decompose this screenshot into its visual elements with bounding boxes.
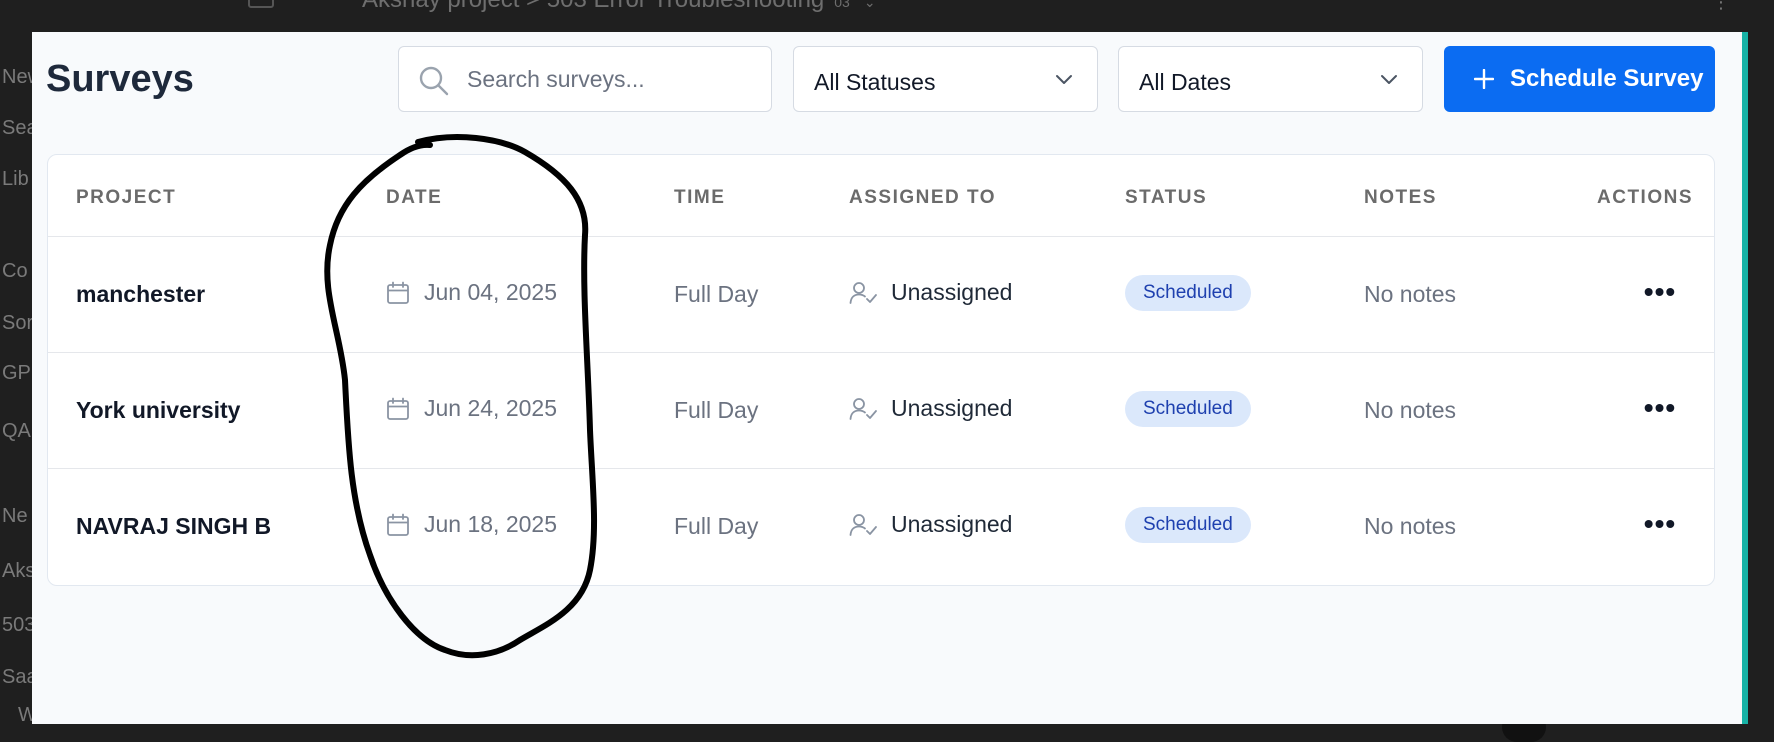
project-name[interactable]: York university [76, 397, 240, 424]
accent-edge [1742, 32, 1748, 724]
calendar-icon [387, 397, 409, 420]
background-breadcrumb: Akshay project > 503 Error Troubleshooti… [362, 0, 876, 14]
date-value: Jun 18, 2025 [424, 511, 558, 537]
sidebar-item[interactable]: Saa [2, 666, 32, 689]
background-header: Akshay project > 503 Error Troubleshooti… [0, 0, 1774, 32]
sidebar-toggle-icon[interactable] [248, 0, 274, 8]
sidebar-item[interactable]: Sea [2, 117, 32, 140]
column-header-time[interactable]: TIME [674, 187, 725, 209]
user-check-icon [849, 397, 877, 420]
sidebar-item[interactable]: New [2, 66, 32, 89]
column-header-notes[interactable]: NOTES [1364, 187, 1437, 209]
surveys-table: PROJECT DATE TIME ASSIGNED TO STATUS NOT… [47, 154, 1715, 586]
notes-value: No notes [1364, 281, 1457, 307]
assignee-cell[interactable]: Unassigned [849, 395, 1012, 422]
column-header-project[interactable]: PROJECT [76, 187, 176, 209]
search-icon [419, 66, 449, 96]
status-filter[interactable]: All Statuses [793, 46, 1098, 112]
date-value: Jun 04, 2025 [424, 279, 558, 305]
assignee-value: Unassigned [891, 511, 1013, 537]
background-right-edge [1748, 32, 1774, 739]
notes-value: No notes [1364, 397, 1457, 423]
surveys-panel: Surveys All Statuses All Dates Schedule … [32, 32, 1742, 724]
user-check-icon [849, 281, 877, 304]
column-header-assigned-to[interactable]: ASSIGNED TO [849, 187, 996, 209]
search-box[interactable] [398, 46, 772, 112]
user-check-icon [849, 513, 877, 536]
date-filter-value: All Dates [1139, 69, 1232, 95]
sidebar-item[interactable]: Aks [2, 560, 32, 583]
row-actions-button[interactable]: ••• [1640, 276, 1680, 307]
sidebar-item[interactable]: Sor [2, 312, 32, 335]
time-value: Full Day [674, 281, 759, 307]
chevron-down-icon [1381, 75, 1397, 84]
breadcrumb-text: Akshay project > 503 Error Troubleshooti… [362, 0, 824, 13]
sidebar-item[interactable]: 503 [2, 614, 32, 637]
sidebar-item[interactable]: Co [2, 260, 28, 283]
chevron-down-icon[interactable]: ⌄ [864, 0, 876, 10]
schedule-survey-label: Schedule Survey [1510, 65, 1704, 92]
time-value: Full Day [674, 397, 759, 423]
row-actions-button[interactable]: ••• [1640, 392, 1680, 423]
status-filter-value: All Statuses [814, 69, 936, 95]
date-filter[interactable]: All Dates [1118, 46, 1423, 112]
time-value: Full Day [674, 513, 759, 539]
sidebar-item[interactable]: Lib [2, 168, 29, 191]
table-row[interactable]: NAVRAJ SINGH B Jun 18, 2025 Full Day Una… [48, 469, 1714, 585]
sidebar-item[interactable]: Ne [2, 505, 28, 528]
background-sidebar: New Sea Lib Co Sor GP QA Ne Aks 503 Saa … [0, 32, 32, 739]
sidebar-item[interactable]: GP [2, 362, 31, 385]
table-row[interactable]: York university Jun 24, 2025 Full Day Un… [48, 353, 1714, 469]
column-header-status[interactable]: STATUS [1125, 187, 1207, 209]
row-actions-button[interactable]: ••• [1640, 508, 1680, 539]
calendar-icon [387, 281, 409, 304]
assignee-value: Unassigned [891, 279, 1013, 305]
search-input[interactable] [467, 61, 757, 97]
date-value: Jun 24, 2025 [424, 395, 558, 421]
assignee-cell[interactable]: Unassigned [849, 511, 1012, 538]
schedule-survey-button[interactable]: Schedule Survey [1444, 46, 1715, 112]
status-badge: Scheduled [1125, 507, 1251, 543]
page-title: Surveys [46, 58, 194, 100]
status-badge: Scheduled [1125, 275, 1251, 311]
notes-value: No notes [1364, 513, 1457, 539]
project-name[interactable]: manchester [76, 281, 205, 308]
table-header: PROJECT DATE TIME ASSIGNED TO STATUS NOT… [48, 155, 1714, 237]
more-options-icon[interactable]: ⋮ [1712, 0, 1730, 13]
sidebar-item[interactable]: QA [2, 420, 31, 443]
assignee-cell[interactable]: Unassigned [849, 279, 1012, 306]
project-name[interactable]: NAVRAJ SINGH B [76, 513, 271, 540]
date-cell: Jun 18, 2025 [386, 511, 557, 538]
status-badge: Scheduled [1125, 391, 1251, 427]
column-header-actions: ACTIONS [1597, 187, 1693, 208]
calendar-icon [387, 513, 409, 536]
table-row[interactable]: manchester Jun 04, 2025 Full Day Unassig… [48, 237, 1714, 353]
column-header-date[interactable]: DATE [386, 187, 442, 209]
date-cell: Jun 24, 2025 [386, 395, 557, 422]
date-cell: Jun 04, 2025 [386, 279, 557, 306]
breadcrumb-count: 03 [834, 0, 850, 10]
assignee-value: Unassigned [891, 395, 1013, 421]
plus-icon [1474, 69, 1494, 89]
chevron-down-icon [1056, 75, 1072, 84]
